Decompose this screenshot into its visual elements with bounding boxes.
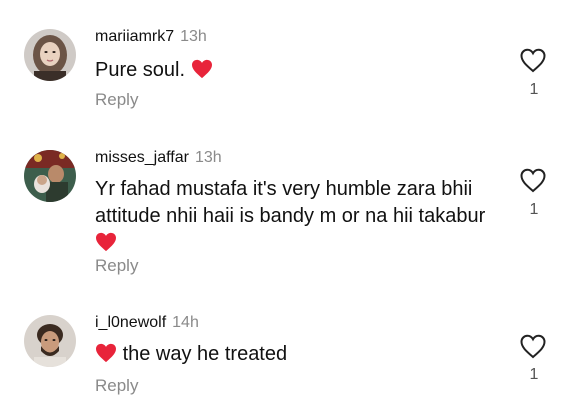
comment-meta: mariiamrk7 13h bbox=[95, 28, 207, 46]
avatar[interactable] bbox=[24, 29, 76, 81]
comment-meta: misses_jaffar 13h bbox=[95, 149, 222, 167]
red-heart-emoji-icon bbox=[191, 59, 212, 79]
comment-text-line: Yr fahad mustafa it's very humble zara b… bbox=[95, 178, 473, 200]
heart-outline-icon[interactable] bbox=[519, 333, 547, 359]
avatar[interactable] bbox=[24, 315, 76, 367]
comment-text-line: attitude nhii haii is bandy m or na hii … bbox=[95, 205, 486, 227]
comment-text: Pure soul. bbox=[95, 57, 213, 84]
like-count: 1 bbox=[529, 366, 539, 383]
comment-text-content: Pure soul. bbox=[95, 59, 186, 81]
red-heart-emoji-icon bbox=[96, 232, 116, 252]
like-count: 1 bbox=[529, 201, 539, 218]
comment-text-line bbox=[95, 230, 485, 257]
reply-button[interactable]: Reply bbox=[95, 256, 138, 276]
avatar[interactable] bbox=[24, 150, 76, 202]
comment-text-content: the way he treated bbox=[122, 343, 288, 365]
username[interactable]: misses_jaffar bbox=[95, 149, 189, 166]
red-heart-emoji-icon bbox=[96, 343, 116, 363]
heart-outline-icon[interactable] bbox=[519, 167, 547, 193]
reply-button[interactable]: Reply bbox=[95, 90, 138, 110]
username[interactable]: i_l0newolf bbox=[95, 314, 166, 331]
timestamp: 13h bbox=[180, 28, 207, 45]
comment-meta: i_l0newolf 14h bbox=[95, 314, 199, 332]
comment-text: the way he treated bbox=[95, 341, 287, 368]
reply-button[interactable]: Reply bbox=[95, 376, 138, 396]
username[interactable]: mariiamrk7 bbox=[95, 28, 174, 45]
comment-text: Yr fahad mustafa it's very humble zara b… bbox=[95, 176, 485, 257]
like-count: 1 bbox=[529, 81, 539, 98]
timestamp: 14h bbox=[172, 314, 199, 331]
timestamp: 13h bbox=[194, 149, 222, 166]
heart-outline-icon[interactable] bbox=[519, 47, 547, 73]
